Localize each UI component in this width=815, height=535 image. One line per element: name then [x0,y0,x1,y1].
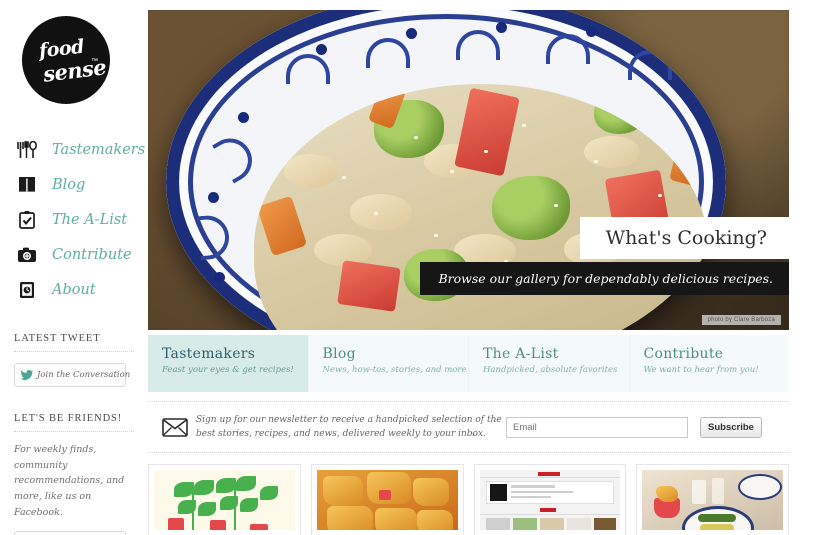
info-book-icon [14,278,40,302]
thumb-image [479,470,621,530]
tile-contribute[interactable]: Contribute We want to hear from you! [629,335,789,392]
sesame-seed [434,234,438,237]
thumbnail-table-setting-photo[interactable] [636,464,789,535]
tile-the-a-list[interactable]: The A-List Handpicked, absolute favorite… [469,335,630,392]
photo-credit: photo by Clare Barboza [701,315,781,325]
facebook-join-button[interactable]: Join the Community [14,531,126,535]
sidebar-item-tastemakers[interactable]: Tastemakers [14,132,148,167]
primary-nav: Tastemakers Blog The A-List Contribute A… [14,132,148,307]
thumb-image [642,470,783,530]
thumbnail-pea-plant-illustration[interactable] [148,464,301,535]
tile-subtitle: Feast your eyes & get recipes! [162,365,294,375]
friends-description: For weekly finds, community recommendati… [14,444,125,518]
broccoli-floret [594,92,646,134]
tile-blog[interactable]: Blog News, how-tos, stories, and more [308,335,469,392]
pasta-piece [284,154,338,188]
sidebar-item-the-a-list[interactable]: The A-List [14,202,148,237]
newsletter-copy: Sign up for our newsletter to receive a … [196,414,502,439]
trademark-mark: ™ [91,58,98,65]
book-icon [14,173,40,197]
sesame-seed [522,124,526,127]
twitter-join-label: Join the Conversation [37,370,131,380]
sesame-seed [554,204,558,207]
clipboard-check-icon [14,208,40,232]
tile-title: Tastemakers [162,346,256,362]
twitter-bird-icon [15,369,37,381]
tile-subtitle: News, how-tos, stories, and more [322,365,467,375]
thumbnail-pinterest-page-screenshot[interactable] [473,464,627,535]
newsletter-signup: Sign up for our newsletter to receive a … [148,401,789,453]
email-input[interactable] [506,416,688,438]
hero-title: What's Cooking? [579,217,789,259]
camera-icon [14,243,40,267]
thumb-image [316,470,458,530]
tile-subtitle: We want to hear from you! [643,365,759,375]
envelope-icon [158,417,192,437]
sesame-seed [414,136,418,139]
carrot-piece [256,195,308,257]
pasta-piece [584,136,640,168]
tomato-piece [652,86,692,138]
sesame-seed [450,170,454,173]
tomato-piece [454,87,520,177]
sidebar-item-blog[interactable]: Blog [14,167,148,202]
main-content: What's Cooking? Browse our gallery for d… [148,0,815,535]
sesame-seed [342,176,346,179]
sidebar-item-label: Tastemakers [52,141,146,158]
tile-title: The A-List [483,346,559,362]
tile-title: Blog [322,346,356,362]
sesame-seed [594,160,598,163]
tomato-piece [337,260,401,312]
latest-tweet-heading: LATEST TWEET [14,333,134,352]
sidebar-item-label: The A-List [52,211,128,228]
utensils-icon [14,138,40,162]
lets-be-friends-heading: LET'S BE FRIENDS! [14,413,134,432]
tile-subtitle: Handpicked, absolute favorites [483,365,618,375]
sidebar-item-label: About [52,281,96,298]
pasta-piece [350,194,412,230]
sesame-seed [658,194,662,197]
sesame-seed [374,212,378,215]
sidebar-item-contribute[interactable]: Contribute [14,237,148,272]
twitter-join-button[interactable]: Join the Conversation [14,363,130,387]
thumbnail-gallery [148,464,789,535]
sidebar-item-label: Contribute [52,246,132,263]
tile-tastemakers[interactable]: Tastemakers Feast your eyes & get recipe… [148,335,309,392]
sesame-seed [484,150,488,153]
thumbnail-roasted-squash-photo[interactable] [310,464,464,535]
tile-title: Contribute [643,346,724,362]
sidebar-item-label: Blog [52,176,86,193]
thumb-image [154,470,295,530]
subscribe-button[interactable]: Subscribe [700,416,762,438]
hero-subtitle: Browse our gallery for dependably delici… [420,262,789,295]
sidebar-item-about[interactable]: About [14,272,148,307]
site-logo[interactable]: food sense ™ [22,16,110,104]
sidebar: food sense ™ Tastemakers Blog The A-List… [0,0,148,535]
category-tiles: Tastemakers Feast your eyes & get recipe… [148,335,789,392]
broccoli-floret [492,176,570,240]
page-root: food sense ™ Tastemakers Blog The A-List… [0,0,815,535]
hero-banner[interactable]: What's Cooking? Browse our gallery for d… [148,10,789,330]
